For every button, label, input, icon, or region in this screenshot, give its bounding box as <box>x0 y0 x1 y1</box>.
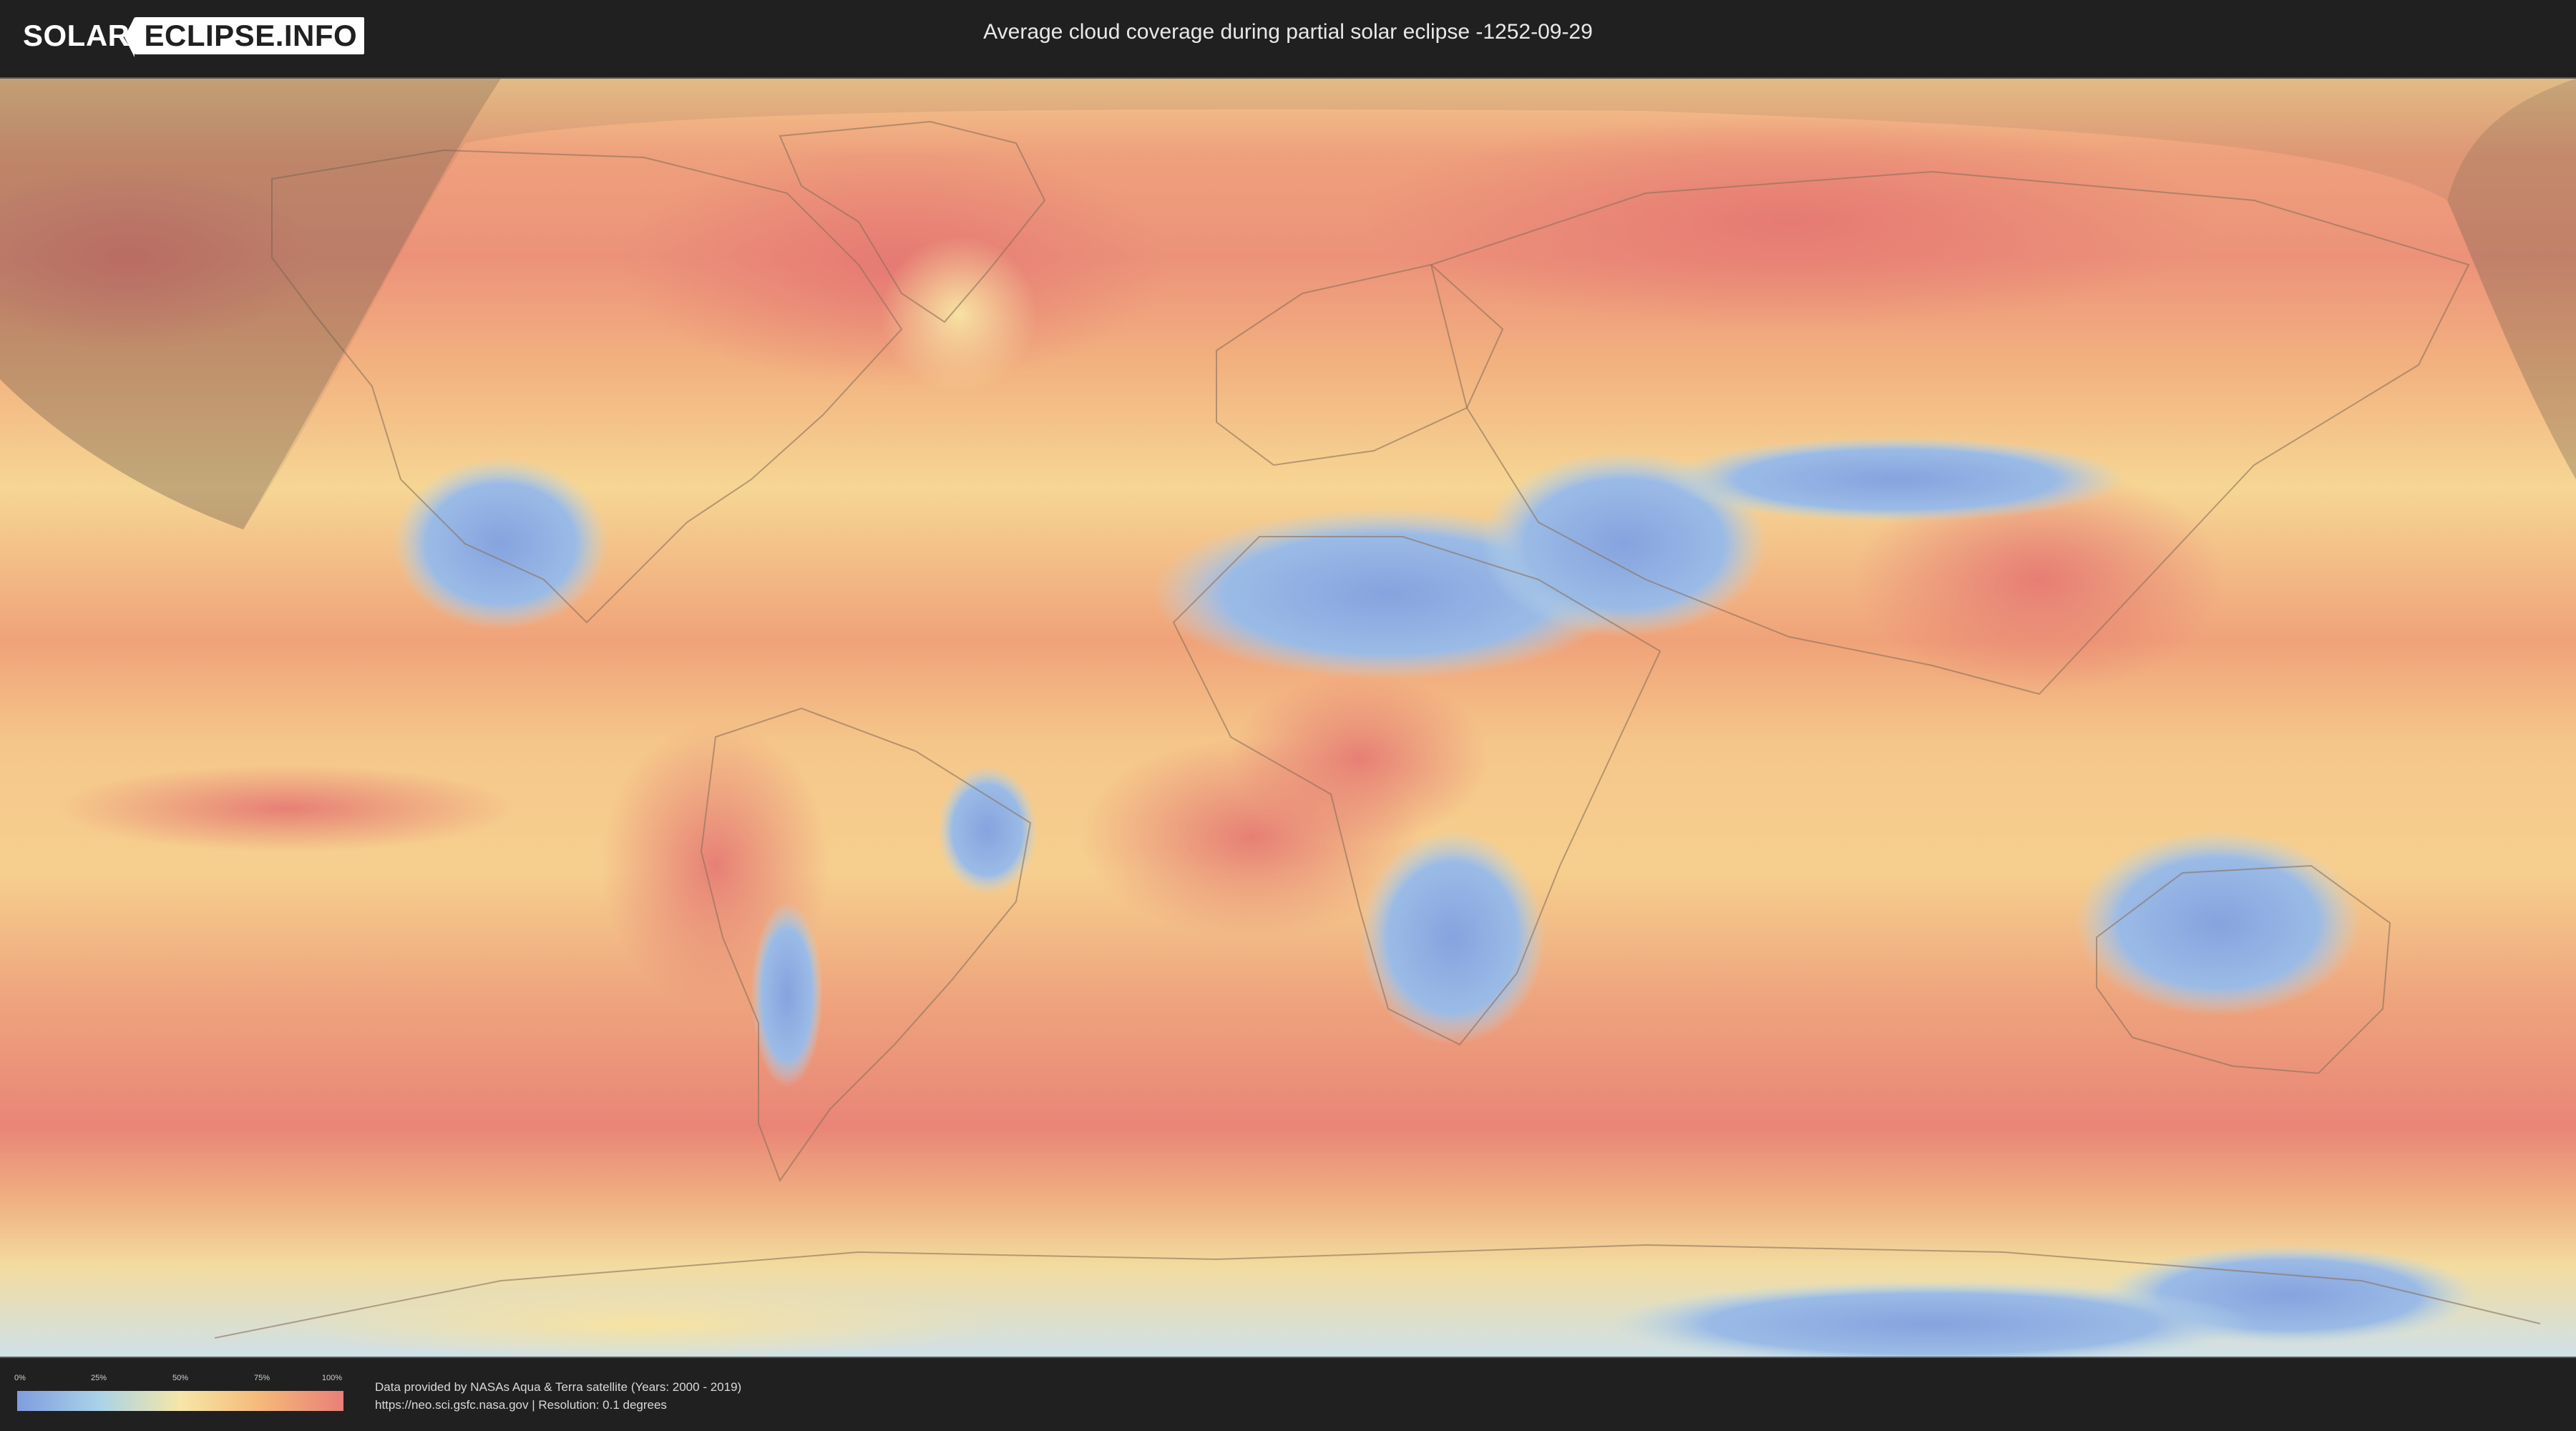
top-bar: SOLAR ECLIPSE.INFO Average cloud coverag… <box>0 0 2576 72</box>
legend-tick-25: 25% <box>90 1374 107 1382</box>
legend-color-bar <box>17 1391 343 1411</box>
credit-line-url[interactable]: https://neo.sci.gsfc.nasa.gov | Resoluti… <box>375 1396 741 1414</box>
cloud-coverage-map[interactable] <box>0 77 2576 1358</box>
legend-tick-0: 0% <box>14 1374 26 1382</box>
page-title: Average cloud coverage during partial so… <box>983 20 1593 44</box>
world-map-svg <box>0 79 2576 1357</box>
legend-ticks: 0% 25% 50% 75% 100% <box>14 1374 343 1384</box>
cloud-coverage-legend: 0% 25% 50% 75% 100% <box>14 1374 343 1414</box>
credit-line-source: Data provided by NASAs Aqua & Terra sate… <box>375 1380 742 1394</box>
legend-tick-75: 75% <box>253 1374 270 1382</box>
legend-tick-50: 50% <box>172 1374 189 1382</box>
legend-tick-100: 100% <box>321 1374 343 1382</box>
data-credits: Data provided by NASAs Aqua & Terra sate… <box>375 1378 741 1414</box>
